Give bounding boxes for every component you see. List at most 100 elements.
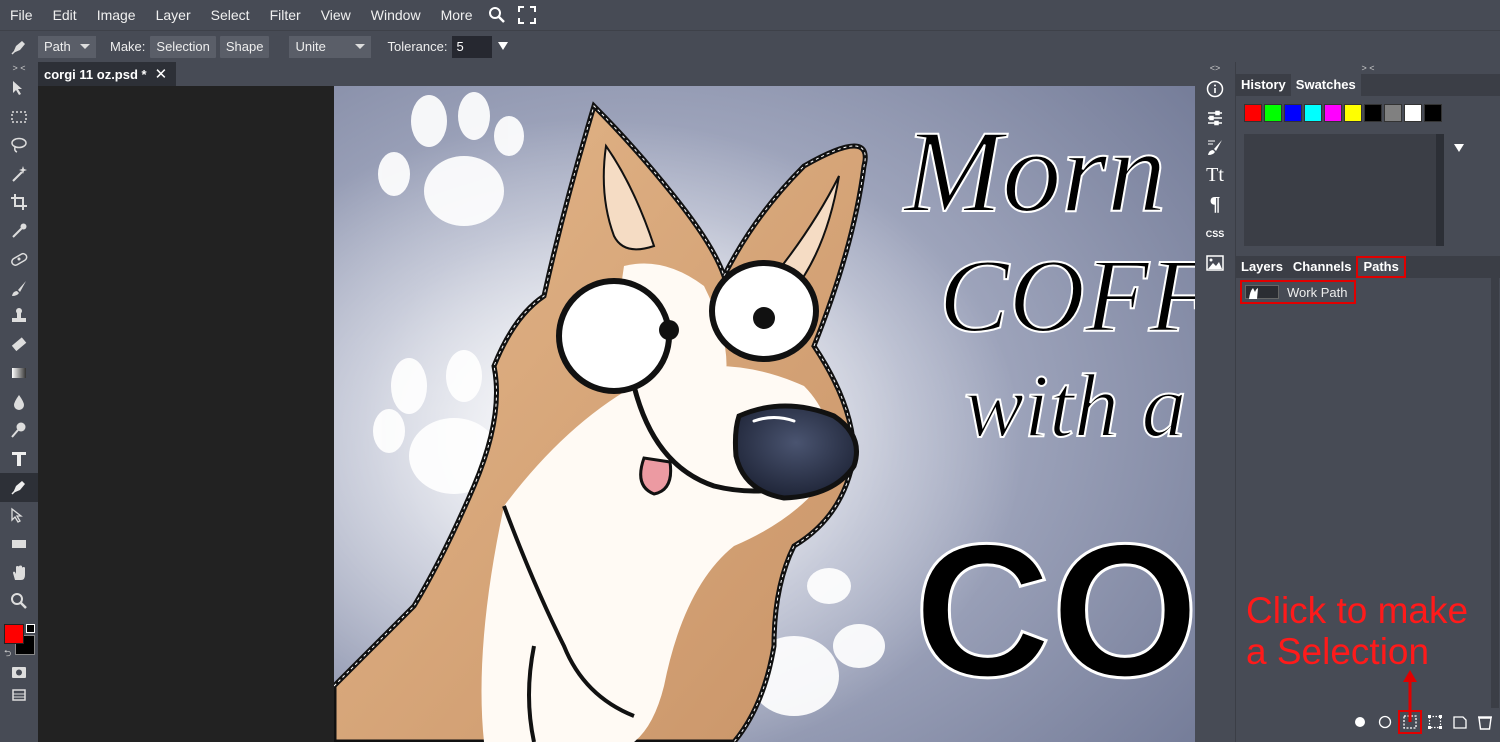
swatch-white[interactable] (1404, 104, 1422, 122)
paths-footer-toolbar (1236, 708, 1500, 736)
tab-paths[interactable]: Paths (1356, 256, 1406, 278)
tab-channels[interactable]: Channels (1288, 256, 1357, 278)
tolerance-dropdown-icon[interactable] (498, 39, 509, 54)
chevron-down-icon (80, 44, 90, 49)
eraser-icon[interactable] (0, 331, 38, 360)
menu-filter[interactable]: Filter (260, 0, 311, 30)
history-swatches-tabs: History Swatches (1236, 74, 1500, 96)
make-label: Make: (110, 39, 146, 54)
brush-tool-icon[interactable] (0, 274, 38, 303)
brush-settings-icon[interactable] (1195, 132, 1235, 161)
dodge-icon[interactable] (0, 416, 38, 445)
magic-wand-icon[interactable] (0, 160, 38, 189)
hand-tool-icon[interactable] (0, 559, 38, 588)
combine-mode-value: Unite (295, 38, 326, 54)
swatch-cyan[interactable] (1304, 104, 1322, 122)
search-icon[interactable] (482, 0, 512, 30)
image-canvas[interactable]: Morn COFF with a COR (334, 86, 1195, 742)
path-select-icon[interactable] (0, 502, 38, 531)
menu-edit[interactable]: Edit (43, 0, 87, 30)
fill-path-icon[interactable] (1348, 710, 1372, 734)
info-icon[interactable] (1195, 74, 1235, 103)
gradient-icon[interactable] (0, 359, 38, 388)
tab-swatches[interactable]: Swatches (1290, 74, 1361, 96)
swatch-green[interactable] (1264, 104, 1282, 122)
work-path-row[interactable]: Work Path (1240, 280, 1356, 304)
paths-scrollbar[interactable] (1491, 278, 1499, 708)
make-shape-button[interactable]: Shape (219, 35, 270, 58)
history-scrollbar[interactable] (1436, 134, 1444, 246)
type-tool-icon[interactable] (0, 445, 38, 474)
close-icon[interactable]: ✕ (155, 65, 168, 83)
path-mode-value: Path (44, 38, 71, 54)
options-bar: Path Make: Selection Shape Unite Toleran… (0, 30, 1500, 62)
swatch-magenta[interactable] (1324, 104, 1342, 122)
color-swatches: ⮌ (0, 623, 38, 658)
quick-mask-icon[interactable] (0, 658, 38, 687)
menu-file[interactable]: File (0, 0, 43, 30)
crop-tool-icon[interactable] (0, 188, 38, 217)
menu-view[interactable]: View (311, 0, 361, 30)
rectangle-tool-icon[interactable] (0, 530, 38, 559)
swatch-blue[interactable] (1284, 104, 1302, 122)
marquee-tool-icon[interactable] (0, 103, 38, 132)
clone-stamp-icon[interactable] (0, 302, 38, 331)
make-selection-button[interactable]: Selection (150, 35, 216, 58)
pen-tool-icon[interactable] (0, 473, 38, 502)
menu-select[interactable]: Select (201, 0, 260, 30)
document-tabs: corgi 11 oz.psd * ✕ (38, 62, 1195, 86)
annotation-arrow-icon (1403, 670, 1417, 722)
swatch-yellow[interactable] (1344, 104, 1362, 122)
swatch-black-2[interactable] (1424, 104, 1442, 122)
menu-window[interactable]: Window (361, 0, 431, 30)
character-icon[interactable]: Tt (1195, 161, 1235, 190)
adjustments-icon[interactable] (1195, 103, 1235, 132)
make-work-path-icon[interactable] (1423, 710, 1447, 734)
new-path-icon[interactable] (1448, 710, 1472, 734)
eyedropper-icon[interactable] (0, 217, 38, 246)
path-name: Work Path (1287, 284, 1348, 300)
menu-bar: File Edit Image Layer Select Filter View… (0, 0, 1500, 30)
foreground-color-swatch[interactable] (4, 623, 24, 644)
artwork-text-2: COFF (939, 237, 1195, 354)
tab-layers[interactable]: Layers (1236, 256, 1288, 278)
swatch-gray[interactable] (1384, 104, 1402, 122)
annotation-line-2: a Selection (1246, 631, 1430, 672)
image-icon[interactable] (1195, 248, 1235, 277)
path-mode-select[interactable]: Path (38, 35, 96, 58)
blur-drop-icon[interactable] (0, 388, 38, 417)
rightpanel-collapse-toggle[interactable]: > < (1236, 62, 1500, 74)
menu-image[interactable]: Image (87, 0, 146, 30)
fullscreen-icon[interactable] (512, 0, 542, 30)
paragraph-icon[interactable]: ¶ (1195, 190, 1235, 219)
swap-colors-icon[interactable] (26, 623, 35, 633)
panel-menu-caret-icon[interactable] (1454, 144, 1464, 152)
chevron-down-icon (355, 44, 366, 49)
zoom-tool-icon[interactable] (0, 587, 38, 616)
stroke-path-icon[interactable] (1373, 710, 1397, 734)
tools-panel: > < ⮌ (0, 62, 38, 742)
healing-brush-icon[interactable] (0, 245, 38, 274)
midcol-collapse-toggle[interactable]: <> (1195, 62, 1235, 74)
toolbar-collapse-toggle[interactable]: > < (0, 62, 38, 74)
document-tab[interactable]: corgi 11 oz.psd * ✕ (38, 62, 176, 86)
combine-mode-select[interactable]: Unite (289, 35, 372, 58)
delete-path-icon[interactable] (1473, 710, 1497, 734)
layers-channels-paths-tabs: Layers Channels Paths (1236, 256, 1500, 278)
menu-more[interactable]: More (431, 0, 483, 30)
swatch-red[interactable] (1244, 104, 1262, 122)
screen-mode-icon[interactable] (0, 686, 38, 704)
tolerance-label: Tolerance: (387, 39, 448, 54)
artwork-text-4: COR (914, 505, 1195, 717)
swatch-black[interactable] (1364, 104, 1382, 122)
menu-layer[interactable]: Layer (146, 0, 201, 30)
css-icon[interactable]: CSS (1195, 219, 1235, 248)
path-thumbnail (1245, 285, 1279, 299)
tab-history[interactable]: History (1236, 74, 1291, 96)
move-tool-icon[interactable] (0, 74, 38, 103)
tolerance-input[interactable]: 5 (452, 35, 493, 58)
panel-icons-column: <> Tt ¶ CSS (1195, 62, 1235, 742)
artwork-text-1: Morn (902, 106, 1166, 237)
lasso-tool-icon[interactable] (0, 131, 38, 160)
default-colors-icon[interactable]: ⮌ (4, 646, 11, 662)
